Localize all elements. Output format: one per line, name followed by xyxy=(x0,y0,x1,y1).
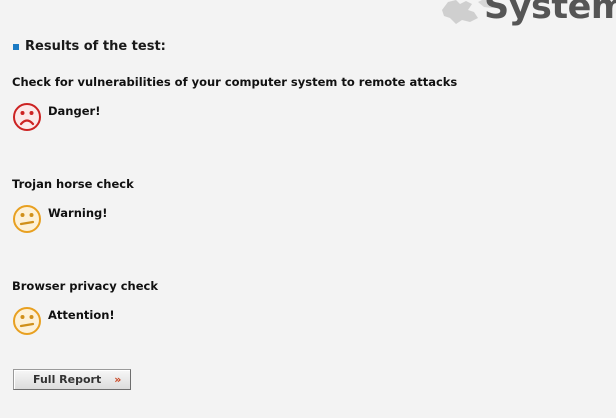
status-danger: Danger! xyxy=(48,104,101,118)
check-result-privacy: Attention! xyxy=(12,306,115,336)
full-report-button[interactable]: Full Report » xyxy=(13,369,131,390)
status-attention: Attention! xyxy=(48,308,115,322)
results-heading: Results of the test: xyxy=(13,39,166,54)
brand-logo: System xyxy=(436,0,616,34)
results-title: Results of the test: xyxy=(25,39,166,54)
sad-face-icon xyxy=(13,103,41,131)
check-result-vulnerabilities: Danger! xyxy=(12,102,100,132)
neutral-face-icon xyxy=(13,307,41,335)
check-result-trojan: Warning! xyxy=(12,204,108,234)
neutral-face-icon xyxy=(13,205,41,233)
check-label-vulnerabilities: Check for vulnerabilities of your comput… xyxy=(12,75,458,89)
full-report-label: Full Report xyxy=(33,373,102,386)
double-chevron-right-icon: » xyxy=(114,373,122,386)
check-label-trojan: Trojan horse check xyxy=(12,177,134,191)
brand-wordmark: System xyxy=(484,0,616,27)
status-warning: Warning! xyxy=(48,206,108,220)
bullet-icon xyxy=(13,43,19,50)
check-label-privacy: Browser privacy check xyxy=(12,279,158,293)
